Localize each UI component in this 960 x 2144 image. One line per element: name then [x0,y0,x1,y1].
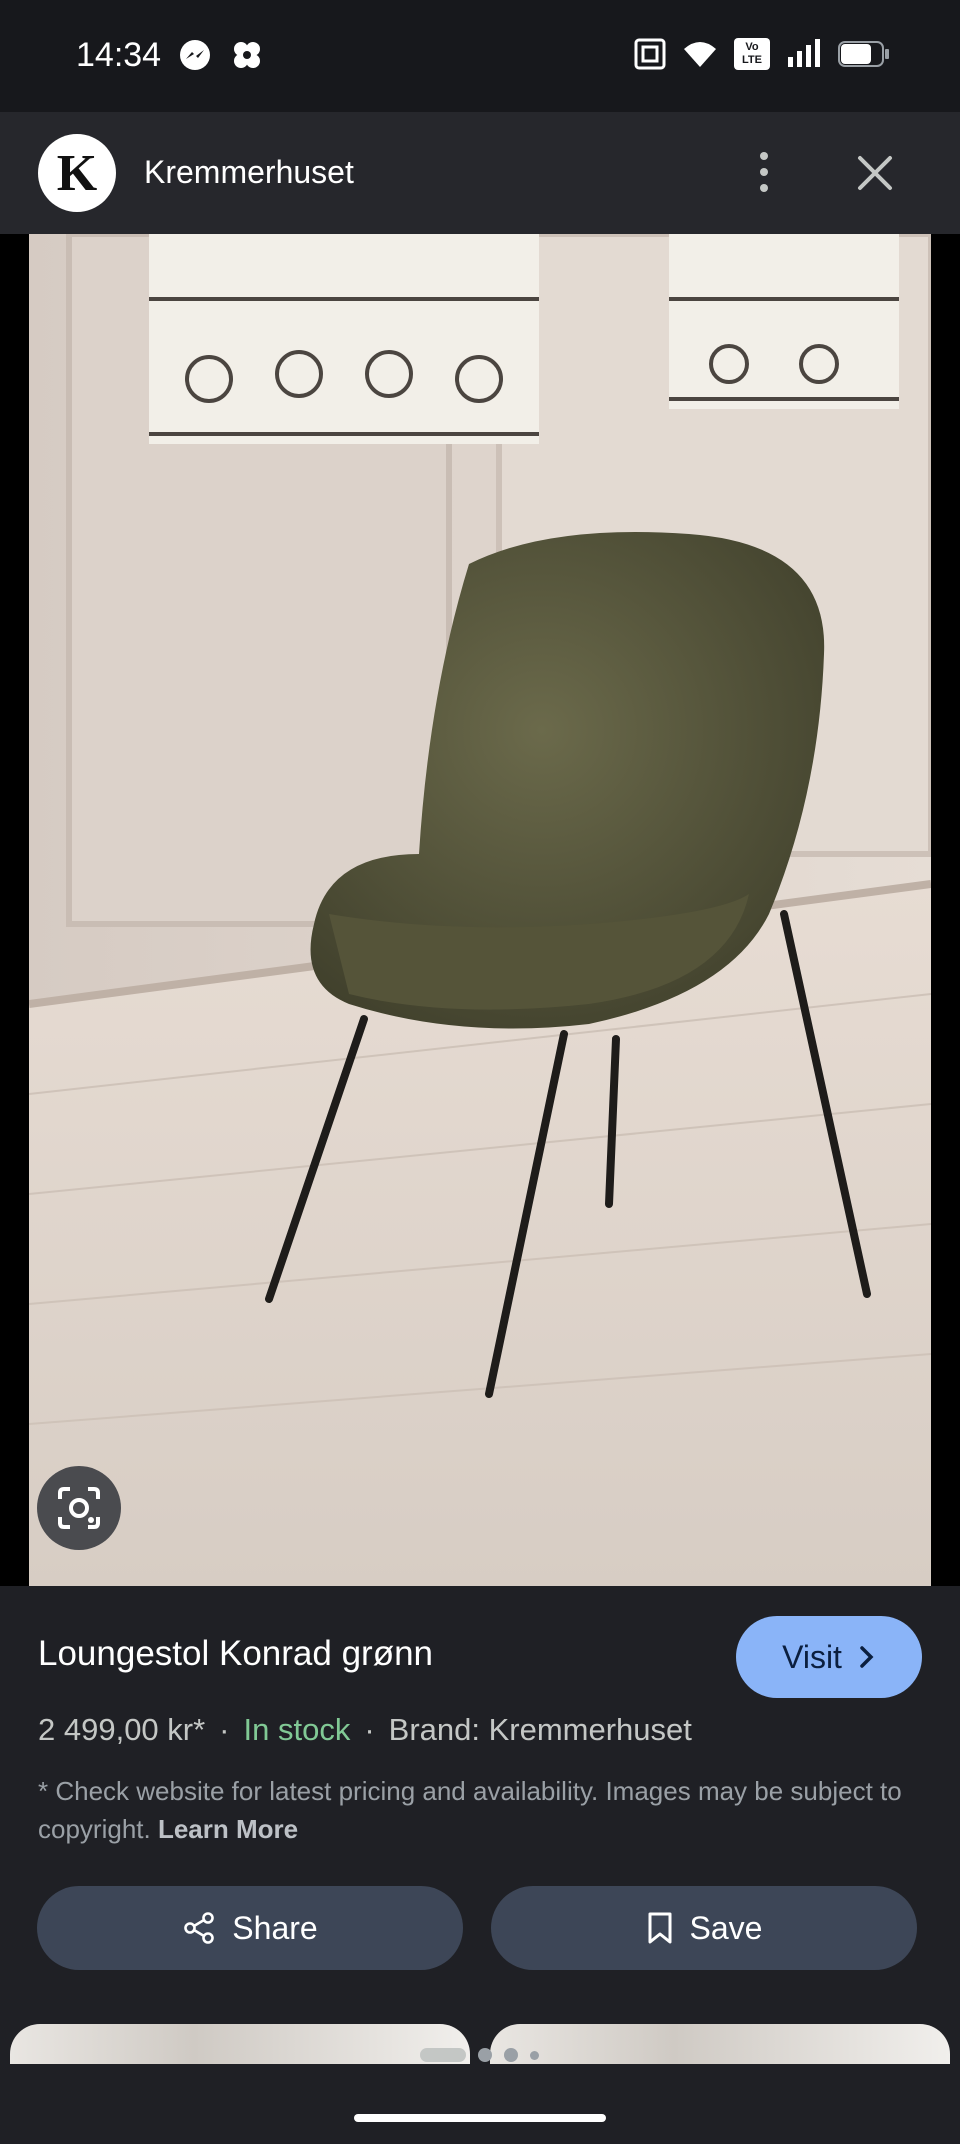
product-meta: 2 499,00 kr* · In stock · Brand: Kremmerhuse… [38,1712,692,1747]
dot-icon [760,152,768,160]
google-lens-button[interactable] [37,1466,121,1550]
header-bar: K Kremmerhuset [0,112,960,234]
pager-dot [478,2048,492,2062]
more-options-button[interactable] [742,142,786,202]
related-result-card[interactable] [10,2024,470,2064]
site-logo[interactable]: K [38,134,116,212]
share-label: Share [232,1909,318,1946]
stock-status: In stock [243,1712,351,1747]
product-title: Loungestol Konrad grønn [38,1634,433,1673]
product-price: 2 499,00 kr* [38,1712,206,1747]
signal-icon [788,39,820,67]
product-image-area [0,234,960,1586]
dot-icon [760,168,768,176]
home-indicator[interactable] [354,2114,606,2122]
status-system-icons: Vo LTE [634,38,890,70]
share-icon [184,1912,215,1944]
related-result-card[interactable] [490,2024,950,2064]
disclaimer-text: * Check website for latest pricing and a… [38,1772,918,1848]
battery-icon [838,41,889,67]
bookmark-icon [648,1912,672,1944]
visit-label: Visit [782,1638,842,1675]
learn-more-link[interactable]: Learn More [158,1814,298,1844]
wifi-icon [684,42,716,67]
share-button[interactable]: Share [37,1886,463,1970]
lens-icon [58,1487,100,1529]
product-brand: Brand: Kremmerhuset [388,1712,692,1747]
close-icon[interactable] [850,148,900,198]
pager-dot [530,2050,539,2060]
status-notification-icons [178,38,264,72]
status-bar: 14:34 Vo LTE [0,0,960,112]
pager-dot-active [420,2048,466,2062]
nfc-icon [634,38,666,70]
app-icon [234,42,260,68]
site-name[interactable]: Kremmerhuset [144,154,354,191]
product-info-panel: Loungestol Konrad grønn Visit 2 499,00 k… [0,1586,960,2086]
image-pager [420,2048,539,2062]
save-label: Save [689,1909,763,1946]
dot-icon [760,184,768,192]
product-image[interactable] [29,234,931,1586]
volte-icon: Vo LTE [734,38,770,70]
save-button[interactable]: Save [491,1886,917,1970]
messenger-icon [180,40,210,70]
pager-dot [504,2048,518,2062]
chevron-right-icon [860,1646,874,1668]
status-time: 14:34 [76,36,162,74]
visit-button[interactable]: Visit [736,1616,922,1698]
